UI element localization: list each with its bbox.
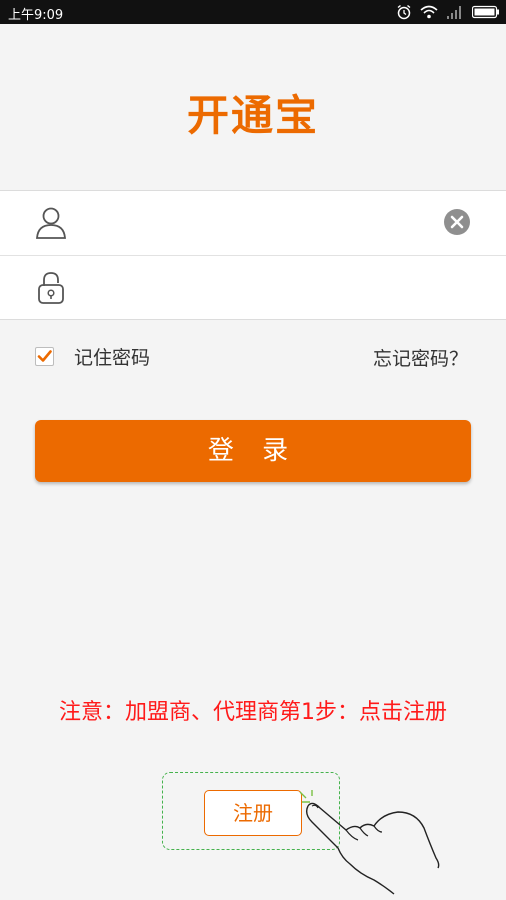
- alarm-icon: [397, 4, 411, 20]
- register-button[interactable]: 注册: [204, 790, 302, 836]
- login-button[interactable]: 登 录: [35, 420, 471, 482]
- remember-label: 记住密码: [74, 346, 151, 369]
- remember-checkbox[interactable]: [35, 346, 54, 366]
- remember-password[interactable]: 记住密码: [35, 344, 151, 369]
- password-row: [0, 255, 506, 320]
- app-logo: 开通宝: [186, 91, 319, 140]
- battery-icon: [472, 5, 499, 19]
- status-bar: 上午9:09: [0, 0, 506, 24]
- user-icon: [36, 207, 66, 239]
- clear-icon[interactable]: [443, 208, 471, 236]
- checkmark-icon: [37, 349, 52, 362]
- lock-icon: [38, 272, 64, 304]
- login-form: [0, 190, 506, 320]
- pointing-hand-icon: [299, 790, 440, 895]
- username-row: [0, 191, 506, 255]
- username-input[interactable]: [86, 205, 430, 243]
- status-icons: [396, 4, 500, 20]
- notice-text: 注意：加盟商、代理商第1步：点击注册: [59, 700, 447, 725]
- password-input[interactable]: [86, 270, 430, 308]
- wifi-icon: [420, 5, 438, 19]
- forgot-password-link[interactable]: 忘记密码？: [373, 344, 468, 371]
- status-time: 上午9:09: [8, 8, 64, 23]
- signal-icon: [447, 6, 461, 19]
